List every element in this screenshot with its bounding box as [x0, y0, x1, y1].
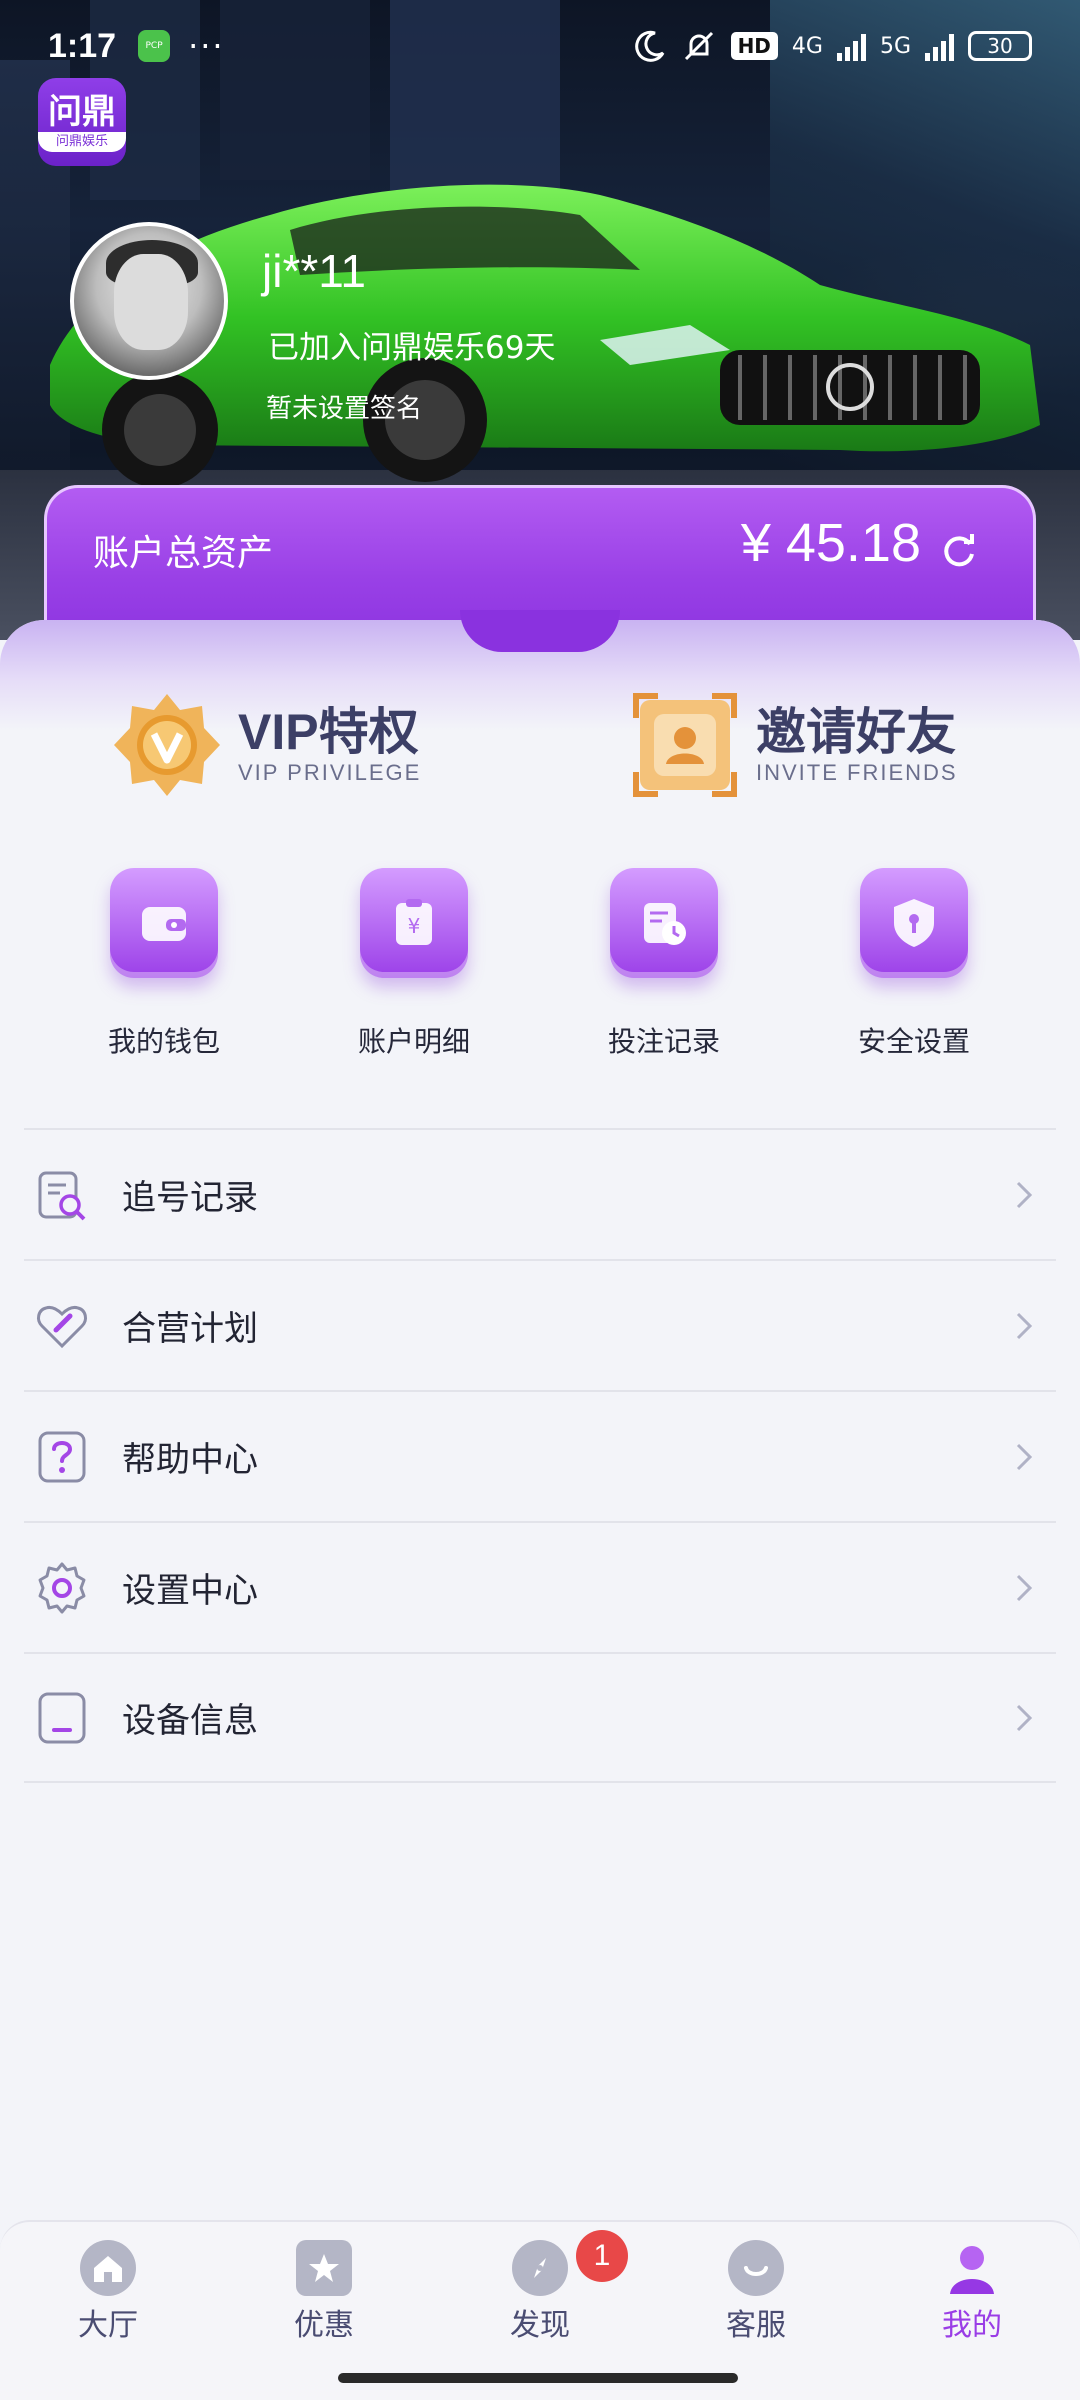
wallet-icon [110, 868, 218, 978]
chevron-right-icon [1016, 1704, 1033, 1731]
menu-item-device-info[interactable]: 设备信息 [24, 1652, 1056, 1783]
security-shield-icon [860, 868, 968, 978]
quick-action-label: 我的钱包 [107, 1025, 220, 1058]
menu-item-partnership[interactable]: 合营计划 [24, 1259, 1056, 1390]
chevron-right-icon [1016, 1312, 1033, 1339]
quick-action-label: 账户明细 [357, 1025, 470, 1058]
vip-privilege-banner[interactable]: VIP特权 VIP PRIVILEGE [112, 690, 421, 800]
service-icon [728, 2240, 784, 2296]
invite-title: 邀请好友 [756, 704, 956, 760]
username: ji**11 [262, 245, 366, 297]
home-icon [80, 2240, 136, 2296]
quick-action-security[interactable]: 安全设置 [834, 868, 994, 1060]
vip-subtitle: VIP PRIVILEGE [238, 760, 422, 785]
tab-mine[interactable]: 我的 [902, 2240, 1042, 2344]
device-icon [38, 1692, 86, 1743]
tab-label: 优惠 [294, 2308, 354, 2343]
mute-bell-icon [681, 28, 717, 64]
moon-icon [633, 29, 667, 63]
menu-item-label: 合营计划 [122, 1309, 258, 1349]
status-time: 1:17 [48, 26, 117, 65]
quick-action-account-detail[interactable]: ¥ 账户明细 [334, 868, 494, 1060]
account-detail-icon: ¥ [360, 868, 468, 978]
hd-voice-icon: HD [730, 32, 778, 60]
signal-bars-icon [836, 31, 866, 61]
total-assets-label: 账户总资产 [93, 533, 274, 574]
menu-item-label: 追号记录 [122, 1178, 258, 1218]
menu-item-help-center[interactable]: 帮助中心 [24, 1390, 1056, 1521]
search-record-icon [38, 1171, 86, 1220]
menu-item-settings[interactable]: 设置中心 [24, 1521, 1056, 1652]
invite-subtitle: INVITE FRIENDS [756, 760, 958, 785]
status-bar: 1:17 PCP ··· HD 4G 5G 30 [0, 0, 1080, 92]
vip-title: VIP特权 [238, 704, 419, 760]
profile-page: 1:17 PCP ··· HD 4G 5G 30 问鼎 问鼎娱乐 ji**11 … [0, 0, 1080, 2400]
invite-icon [633, 693, 737, 797]
chevron-right-icon [1016, 1574, 1033, 1601]
logo-title: 问鼎 [48, 92, 116, 132]
menu-item-label: 设备信息 [122, 1701, 258, 1741]
more-notifications-icon: ··· [188, 27, 225, 65]
battery-level: 30 [987, 34, 1013, 58]
tab-lobby[interactable]: 大厅 [38, 2240, 178, 2344]
signal-bars-icon-2 [925, 31, 954, 61]
notification-app-label: PCP [145, 41, 163, 51]
quick-action-bet-record[interactable]: 投注记录 [584, 868, 744, 1060]
invite-friends-banner[interactable]: 邀请好友 INVITE FRIENDS [630, 690, 958, 800]
discover-notification-badge: 1 [576, 2230, 628, 2282]
menu-item-tracking-records[interactable]: 追号记录 [24, 1128, 1056, 1259]
quick-action-label: 投注记录 [607, 1025, 720, 1058]
network-5g-label: 5G [879, 33, 911, 59]
profile-icon [944, 2240, 1000, 2296]
tab-customer-service[interactable]: 客服 [686, 2240, 826, 2344]
quick-action-wallet[interactable]: 我的钱包 [84, 868, 244, 1060]
battery-icon: 30 [968, 31, 1032, 61]
tab-promotions[interactable]: 优惠 [254, 2240, 394, 2344]
logo-subtitle: 问鼎娱乐 [38, 132, 126, 152]
tab-label: 我的 [942, 2308, 1002, 2343]
refresh-icon[interactable] [939, 530, 979, 570]
star-tag-icon [296, 2240, 352, 2296]
joined-days: 已加入问鼎娱乐69天 [268, 330, 556, 366]
app-logo: 问鼎 问鼎娱乐 [38, 78, 126, 166]
gear-icon [38, 1562, 86, 1613]
tab-label: 大厅 [78, 2308, 138, 2343]
svg-text:¥: ¥ [408, 914, 421, 938]
chevron-right-icon [1016, 1443, 1033, 1470]
tab-label: 客服 [726, 2308, 786, 2343]
signature[interactable]: 暂未设置签名 [266, 388, 422, 425]
total-assets-amount: ¥ 45.18 [740, 513, 921, 573]
vip-badge-icon [114, 694, 220, 796]
partnership-icon [37, 1305, 87, 1348]
settings-menu: 追号记录 合营计划 帮助中心 设置中心 设备信息 [24, 1128, 1056, 1783]
notification-app-icon: PCP [138, 30, 171, 62]
tab-label: 发现 [510, 2308, 570, 2343]
compass-icon [512, 2240, 568, 2296]
menu-item-label: 帮助中心 [122, 1440, 258, 1480]
chevron-right-icon [1016, 1181, 1033, 1208]
help-icon [38, 1431, 86, 1482]
home-indicator[interactable] [338, 2373, 738, 2383]
avatar[interactable] [70, 222, 228, 380]
network-4g-label: 4G [791, 33, 823, 59]
menu-item-label: 设置中心 [122, 1571, 258, 1611]
quick-action-label: 安全设置 [857, 1025, 970, 1058]
bet-record-icon [610, 868, 718, 978]
